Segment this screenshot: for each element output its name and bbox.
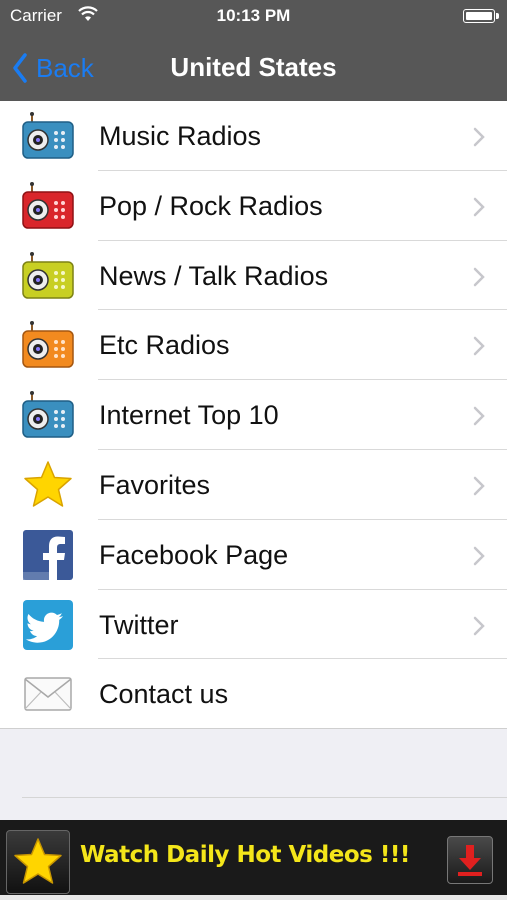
red-radio-icon <box>22 181 74 231</box>
menu-item-label: News / Talk Radios <box>99 260 329 291</box>
menu-item-favorites[interactable]: Favorites <box>0 450 507 520</box>
menu-item-facebook-page[interactable]: Facebook Page <box>0 520 507 590</box>
battery-icon <box>463 9 499 23</box>
menu-list: Music Radios Pop / Rock Radios News / Ta… <box>0 101 507 730</box>
chevron-right-icon <box>473 546 485 571</box>
menu-item-label: Facebook Page <box>99 539 289 570</box>
ad-text: Watch Daily Hot Videos !!! <box>80 842 410 868</box>
ad-banner[interactable]: Watch Daily Hot Videos !!! <box>0 820 507 900</box>
menu-item-twitter[interactable]: Twitter <box>0 590 507 660</box>
clock: 10:13 PM <box>216 6 291 25</box>
navigation-bar: Back United States <box>0 32 507 101</box>
chevron-right-icon <box>473 476 485 501</box>
teal-radio-icon <box>22 390 74 440</box>
chevron-right-icon <box>473 267 485 292</box>
yellow-radio-icon <box>22 251 74 301</box>
menu-item-label: Internet Top 10 <box>99 400 279 431</box>
chevron-right-icon <box>473 336 485 361</box>
download-icon[interactable] <box>447 836 493 884</box>
menu-item-label: Music Radios <box>99 121 262 151</box>
envelope-icon <box>22 669 74 719</box>
twitter-icon <box>22 599 74 650</box>
menu-item-label: Etc Radios <box>99 330 230 361</box>
page-title: United States <box>170 52 337 82</box>
menu-item-music-radios[interactable]: Music Radios <box>0 101 507 171</box>
blue-radio-icon <box>22 111 74 161</box>
menu-item-internet-top-10[interactable]: Internet Top 10 <box>0 380 507 450</box>
orange-radio-icon <box>22 320 74 370</box>
star-icon <box>22 460 74 510</box>
menu-item-contact-us[interactable]: Contact us <box>0 659 507 729</box>
menu-item-label: Favorites <box>99 469 211 500</box>
menu-item-label: Contact us <box>99 679 229 710</box>
star-icon <box>6 830 70 894</box>
bottom-strip <box>0 895 507 900</box>
facebook-icon <box>22 529 74 580</box>
menu-item-etc-radios[interactable]: Etc Radios <box>0 310 507 381</box>
chevron-right-icon <box>473 406 485 431</box>
chevron-right-icon <box>473 616 485 641</box>
divider <box>22 797 507 798</box>
menu-item-pop-rock-radios[interactable]: Pop / Rock Radios <box>0 171 507 241</box>
chevron-right-icon <box>473 127 485 152</box>
status-bar: Carrier 10:13 PM <box>0 0 507 32</box>
list-bottom-border <box>0 728 507 729</box>
top-bar: Carrier 10:13 PM Back United States <box>0 0 507 101</box>
menu-item-label: Twitter <box>99 609 179 640</box>
menu-item-label: Pop / Rock Radios <box>99 190 323 221</box>
menu-item-news-talk-radios[interactable]: News / Talk Radios <box>0 241 507 311</box>
chevron-right-icon <box>473 197 485 222</box>
